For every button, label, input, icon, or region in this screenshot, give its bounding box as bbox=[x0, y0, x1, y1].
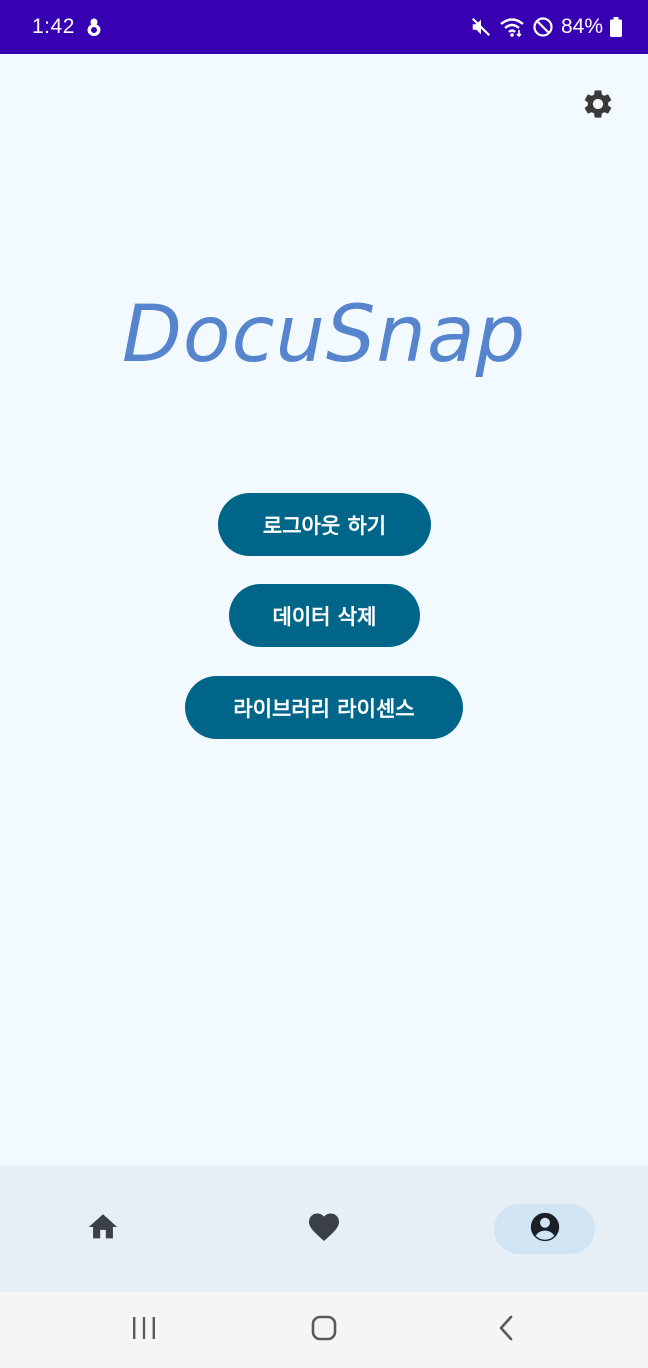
home-circle-icon bbox=[310, 1314, 338, 1347]
recents-button[interactable] bbox=[124, 1314, 164, 1346]
back-button[interactable] bbox=[490, 1314, 522, 1346]
battery-icon bbox=[610, 17, 622, 37]
status-right: 84% bbox=[470, 15, 622, 39]
nav-home[interactable] bbox=[78, 1204, 128, 1254]
settings-button[interactable] bbox=[578, 86, 618, 126]
wifi-icon bbox=[499, 16, 525, 38]
recents-icon bbox=[131, 1316, 157, 1345]
notification-app-icon bbox=[85, 17, 103, 37]
battery-percentage: 84% bbox=[560, 15, 603, 38]
status-left: 1:42 bbox=[32, 15, 103, 39]
bottom-navigation bbox=[0, 1166, 648, 1292]
status-bar: 1:42 84% bbox=[0, 0, 648, 54]
nav-profile[interactable] bbox=[494, 1204, 595, 1254]
logout-button[interactable]: 로그아웃 하기 bbox=[218, 493, 431, 556]
back-icon bbox=[496, 1314, 516, 1347]
delete-data-button[interactable]: 데이터 삭제 bbox=[229, 584, 420, 647]
mute-icon bbox=[470, 16, 492, 38]
app-screen: DocuSnap 로그아웃 하기 데이터 삭제 라이브러리 라이센스 bbox=[0, 54, 648, 1166]
system-navigation-bar bbox=[0, 1292, 648, 1368]
app-logo: DocuSnap bbox=[121, 290, 527, 380]
do-not-disturb-icon bbox=[532, 16, 554, 38]
library-license-button[interactable]: 라이브러리 라이센스 bbox=[185, 676, 463, 739]
home-icon bbox=[86, 1210, 120, 1249]
nav-favorites[interactable] bbox=[299, 1204, 349, 1254]
heart-icon bbox=[306, 1209, 342, 1250]
status-time: 1:42 bbox=[32, 15, 75, 38]
gear-icon bbox=[581, 87, 615, 126]
profile-icon bbox=[528, 1210, 562, 1249]
system-home-button[interactable] bbox=[304, 1314, 344, 1346]
